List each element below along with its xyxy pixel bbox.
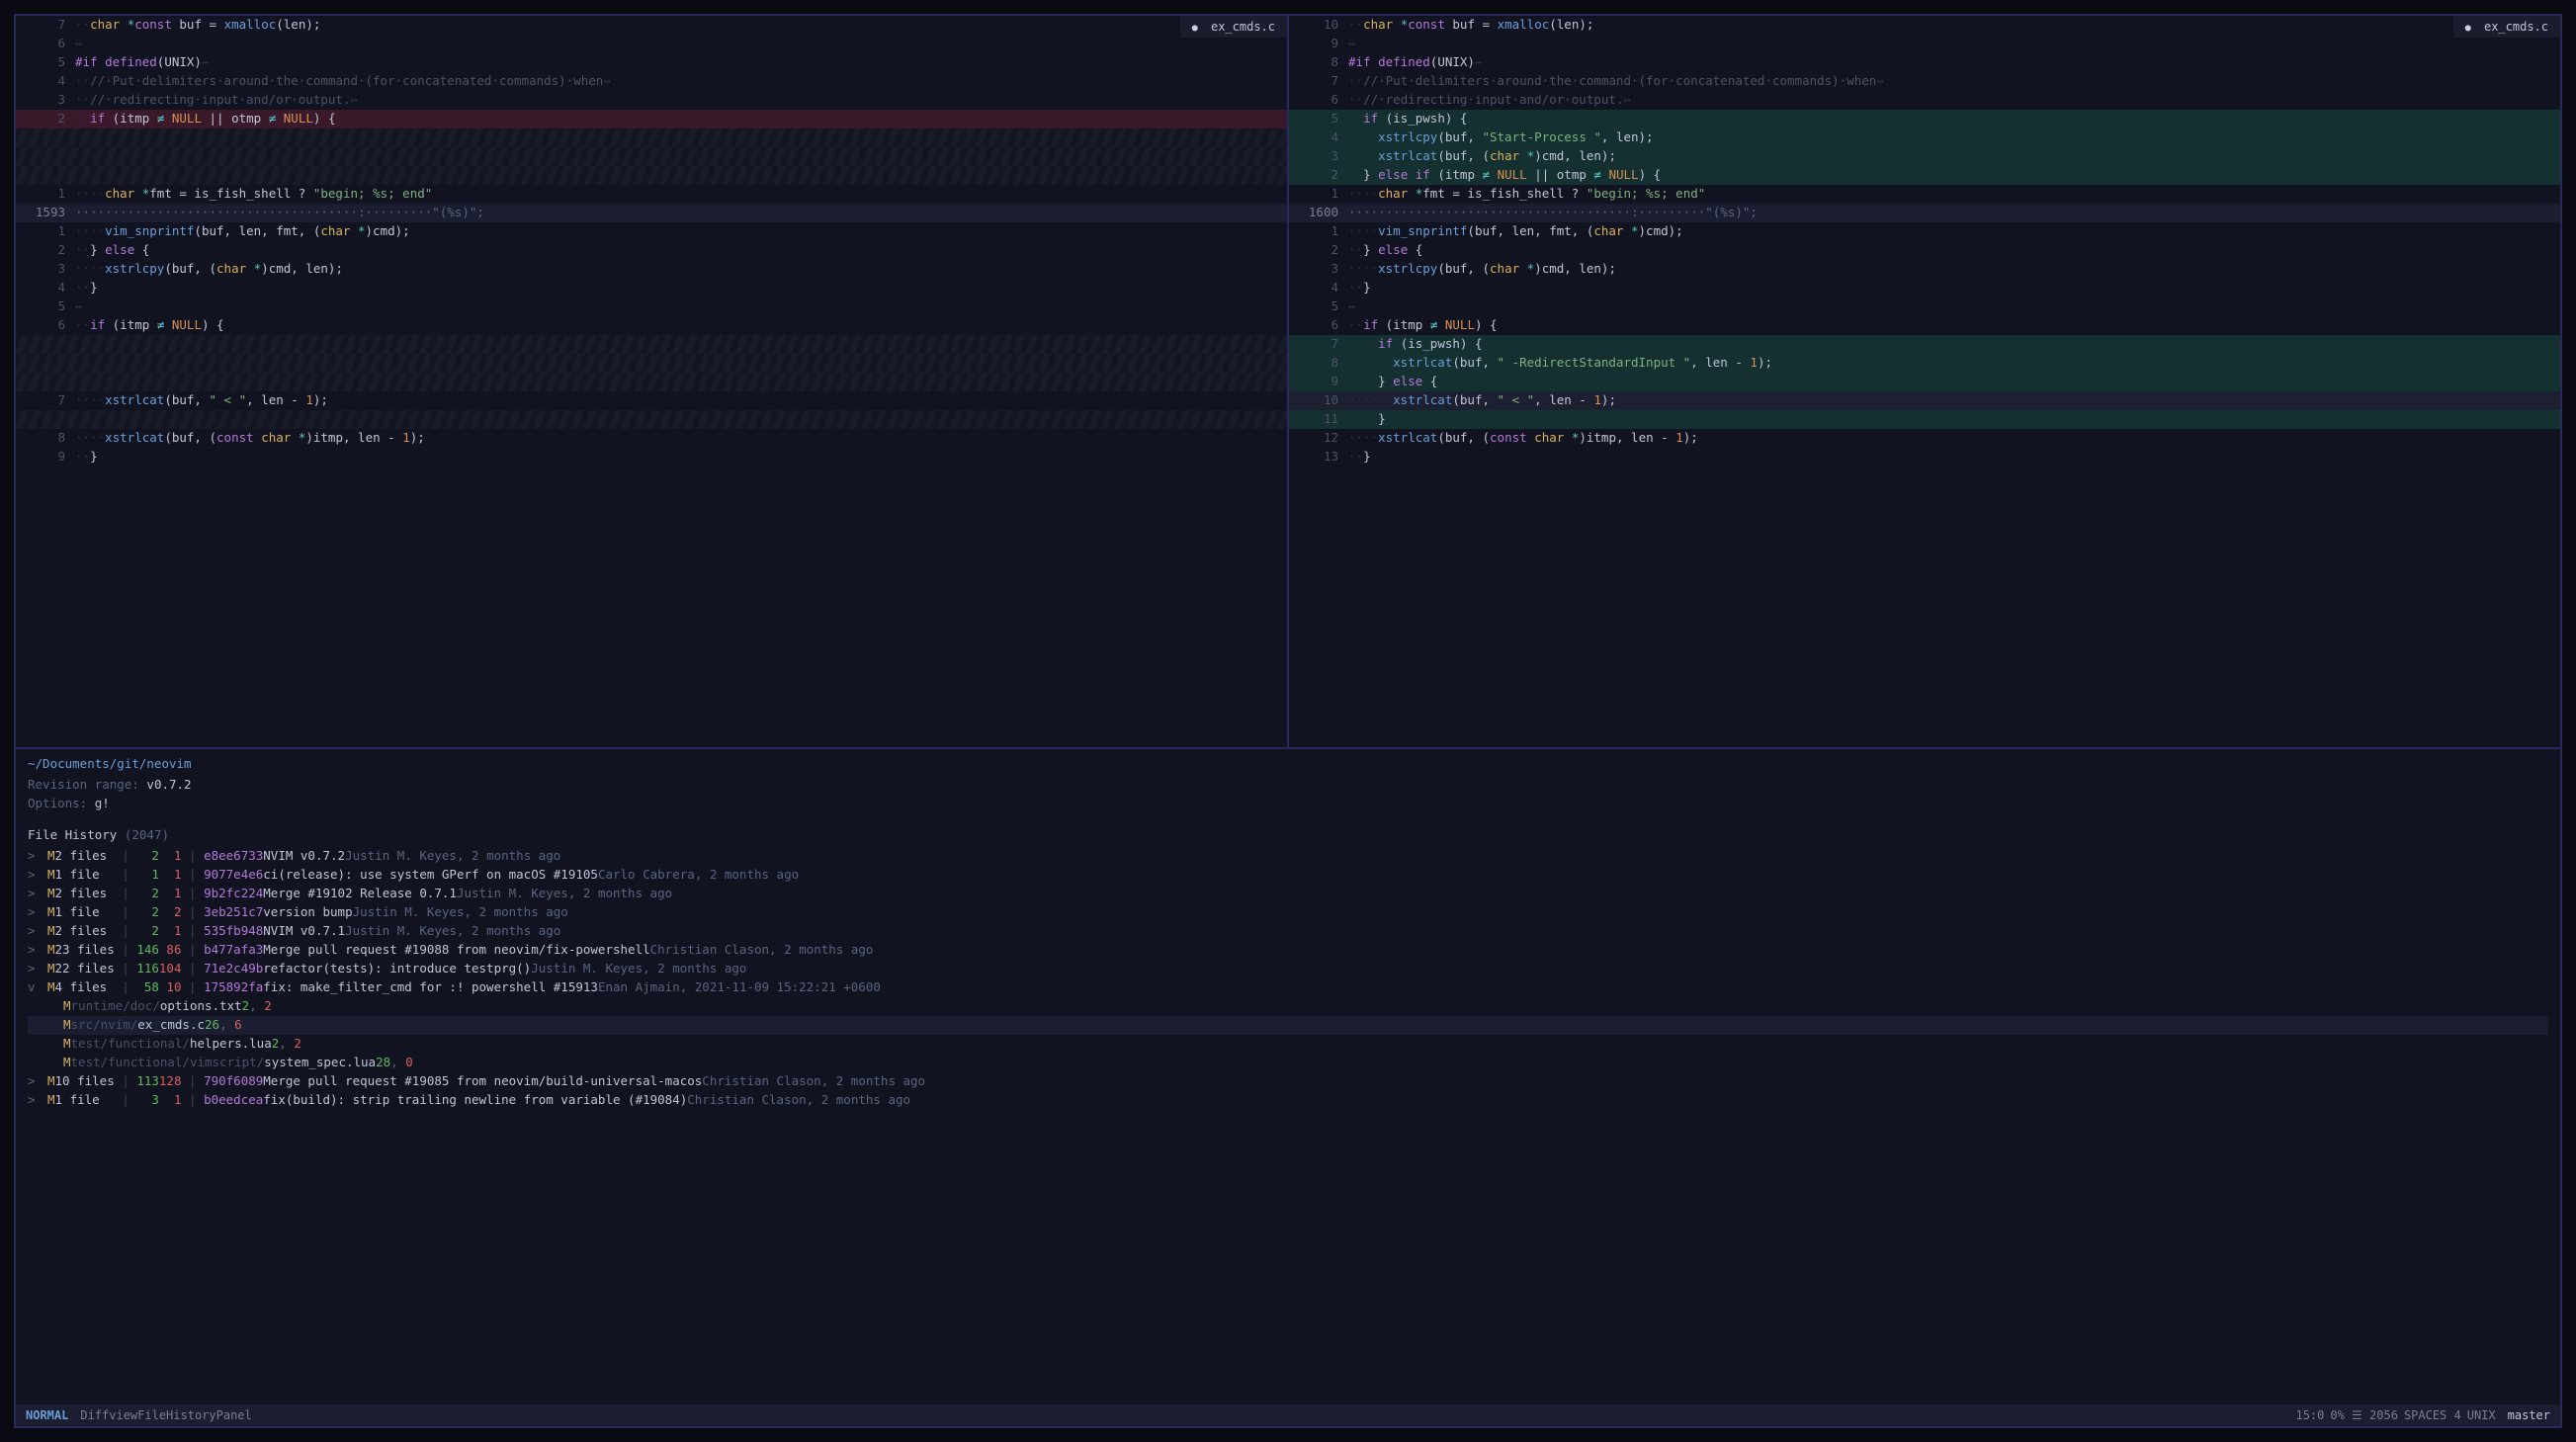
- code-body-left[interactable]: 7··char *const buf = xmalloc(len);6↔5#if…: [16, 16, 1287, 747]
- tab-left[interactable]: ex_cmds.c: [1180, 16, 1287, 38]
- diff-pane-right[interactable]: ex_cmds.c 10··char *const buf = xmalloc(…: [1289, 16, 2560, 747]
- code-line[interactable]: 8#if defined(UNIX)↔: [1289, 53, 2560, 72]
- code-line[interactable]: 5↔: [1289, 297, 2560, 316]
- code-line[interactable]: 1600····································…: [1289, 204, 2560, 222]
- code-line[interactable]: 7··char *const buf = xmalloc(len);: [16, 16, 1287, 35]
- file-row[interactable]: M test/functional/helpers.lua 2, 2: [28, 1035, 2548, 1054]
- commit-list[interactable]: > M 2 files | 2 1 | e8ee6733 NVIM v0.7.2…: [28, 847, 2548, 1110]
- code-line[interactable]: 3····xstrlcpy(buf, (char *)cmd, len);: [16, 260, 1287, 279]
- code-line[interactable]: [16, 128, 1287, 147]
- file-history-title: File History (2047): [28, 826, 2548, 845]
- options-line: Options: g!: [28, 795, 2548, 813]
- code-line[interactable]: [16, 335, 1287, 354]
- mode-indicator: NORMAL: [26, 1406, 68, 1424]
- file-row[interactable]: M src/nvim/ex_cmds.c 26, 6: [28, 1016, 2548, 1035]
- diff-pane-left[interactable]: ex_cmds.c 7··char *const buf = xmalloc(l…: [16, 16, 1289, 747]
- statusline: NORMAL DiffviewFileHistoryPanel 15:0 0% …: [16, 1404, 2560, 1426]
- commit-row[interactable]: > M 23 files | 146 86 | b477afa3 Merge p…: [28, 941, 2548, 960]
- commit-row[interactable]: > M 1 file | 3 1 | b0eedcea fix(build): …: [28, 1091, 2548, 1110]
- code-line[interactable]: 11····}: [1289, 410, 2560, 429]
- code-line[interactable]: 10··char *const buf = xmalloc(len);: [1289, 16, 2560, 35]
- code-line[interactable]: 6··//·redirecting·input·and/or·output.↔: [1289, 91, 2560, 110]
- code-line[interactable]: 7··//·Put·delimiters·around·the·command·…: [1289, 72, 2560, 91]
- code-line[interactable]: [16, 354, 1287, 373]
- code-line[interactable]: 5··if (is_pwsh) {: [1289, 110, 2560, 128]
- revision-range: Revision range: v0.7.2: [28, 776, 2548, 795]
- code-line[interactable]: 3····xstrlcpy(buf, (char *)cmd, len);: [1289, 260, 2560, 279]
- code-line[interactable]: 12····xstrlcat(buf, (const char *)itmp, …: [1289, 429, 2560, 448]
- code-line[interactable]: 4····xstrlcpy(buf, "Start-Process ", len…: [1289, 128, 2560, 147]
- commit-row[interactable]: > M 1 file | 2 2 | 3eb251c7 version bump…: [28, 903, 2548, 922]
- history-panel[interactable]: ~/Documents/git/neovim Revision range: v…: [16, 749, 2560, 1404]
- code-line[interactable]: 5#if defined(UNIX)↔: [16, 53, 1287, 72]
- file-row[interactable]: M runtime/doc/options.txt 2, 2: [28, 997, 2548, 1016]
- commit-row[interactable]: > M 2 files | 2 1 | 535fb948 NVIM v0.7.1…: [28, 922, 2548, 941]
- tab-right[interactable]: ex_cmds.c: [2453, 16, 2560, 38]
- indent-indicator: SPACES 4: [2404, 1406, 2461, 1424]
- os-indicator: UNIX: [2467, 1406, 2496, 1424]
- code-line[interactable]: [16, 166, 1287, 185]
- repo-path: ~/Documents/git/neovim: [28, 755, 2548, 774]
- code-line[interactable]: 7····xstrlcat(buf, " < ", len - 1);: [16, 391, 1287, 410]
- code-body-right[interactable]: 10··char *const buf = xmalloc(len);9↔8#i…: [1289, 16, 2560, 747]
- code-line[interactable]: 6··if (itmp ≠ NULL) {: [16, 316, 1287, 335]
- diff-split: ex_cmds.c 7··char *const buf = xmalloc(l…: [16, 16, 2560, 749]
- code-line[interactable]: 1····char *fmt = is_fish_shell ? "begin;…: [1289, 185, 2560, 204]
- code-line[interactable]: 9↔: [1289, 35, 2560, 53]
- code-line[interactable]: 1593····································…: [16, 204, 1287, 222]
- code-line[interactable]: 5↔: [16, 297, 1287, 316]
- code-line[interactable]: 4··//·Put·delimiters·around·the·command·…: [16, 72, 1287, 91]
- app-frame: ex_cmds.c 7··char *const buf = xmalloc(l…: [14, 14, 2562, 1428]
- commit-row[interactable]: v M 4 files | 58 10 | 175892fa fix: make…: [28, 978, 2548, 997]
- code-line[interactable]: [16, 410, 1287, 429]
- code-line[interactable]: 9····} else {: [1289, 373, 2560, 391]
- code-line[interactable]: 9··}: [16, 448, 1287, 467]
- code-line[interactable]: [16, 373, 1287, 391]
- buffer-name: DiffviewFileHistoryPanel: [80, 1406, 251, 1424]
- code-line[interactable]: 7····if (is_pwsh) {: [1289, 335, 2560, 354]
- code-line[interactable]: 8······xstrlcat(buf, " -RedirectStandard…: [1289, 354, 2560, 373]
- code-line[interactable]: 1····vim_snprintf(buf, len, fmt, (char *…: [1289, 222, 2560, 241]
- code-line[interactable]: 8····xstrlcat(buf, (const char *)itmp, l…: [16, 429, 1287, 448]
- commit-row[interactable]: > M 1 file | 1 1 | 9077e4e6 ci(release):…: [28, 866, 2548, 885]
- commit-row[interactable]: > M 10 files | 113 128 | 790f6089 Merge …: [28, 1072, 2548, 1091]
- scroll-pct: 0% ☰ 2056: [2330, 1406, 2398, 1424]
- commit-row[interactable]: > M 2 files | 2 1 | e8ee6733 NVIM v0.7.2…: [28, 847, 2548, 866]
- file-row[interactable]: M test/functional/vimscript/system_spec.…: [28, 1054, 2548, 1072]
- code-line[interactable]: 10······xstrlcat(buf, " < ", len - 1);: [1289, 391, 2560, 410]
- tab-right-label: ex_cmds.c: [2484, 20, 2548, 34]
- code-line[interactable]: 2··} else {: [1289, 241, 2560, 260]
- code-line[interactable]: 6↔: [16, 35, 1287, 53]
- code-line[interactable]: 4··}: [1289, 279, 2560, 297]
- code-line[interactable]: 2··} else {: [16, 241, 1287, 260]
- code-line[interactable]: 4··}: [16, 279, 1287, 297]
- branch-name: master: [2508, 1406, 2550, 1424]
- code-line[interactable]: 2··} else if (itmp ≠ NULL || otmp ≠ NULL…: [1289, 166, 2560, 185]
- code-line[interactable]: 1····vim_snprintf(buf, len, fmt, (char *…: [16, 222, 1287, 241]
- tab-left-label: ex_cmds.c: [1211, 20, 1275, 34]
- code-line[interactable]: 1····char *fmt = is_fish_shell ? "begin;…: [16, 185, 1287, 204]
- code-line[interactable]: 2··if (itmp ≠ NULL || otmp ≠ NULL) {: [16, 110, 1287, 128]
- cursor-pos: 15:0: [2295, 1406, 2324, 1424]
- commit-row[interactable]: > M 22 files | 116 104 | 71e2c49b refact…: [28, 960, 2548, 978]
- code-line[interactable]: 3··//·redirecting·input·and/or·output.↔: [16, 91, 1287, 110]
- commit-row[interactable]: > M 2 files | 2 1 | 9b2fc224 Merge #1910…: [28, 885, 2548, 903]
- code-line[interactable]: [16, 147, 1287, 166]
- code-line[interactable]: 3····xstrlcat(buf, (char *)cmd, len);: [1289, 147, 2560, 166]
- code-line[interactable]: 13··}: [1289, 448, 2560, 467]
- code-line[interactable]: 6··if (itmp ≠ NULL) {: [1289, 316, 2560, 335]
